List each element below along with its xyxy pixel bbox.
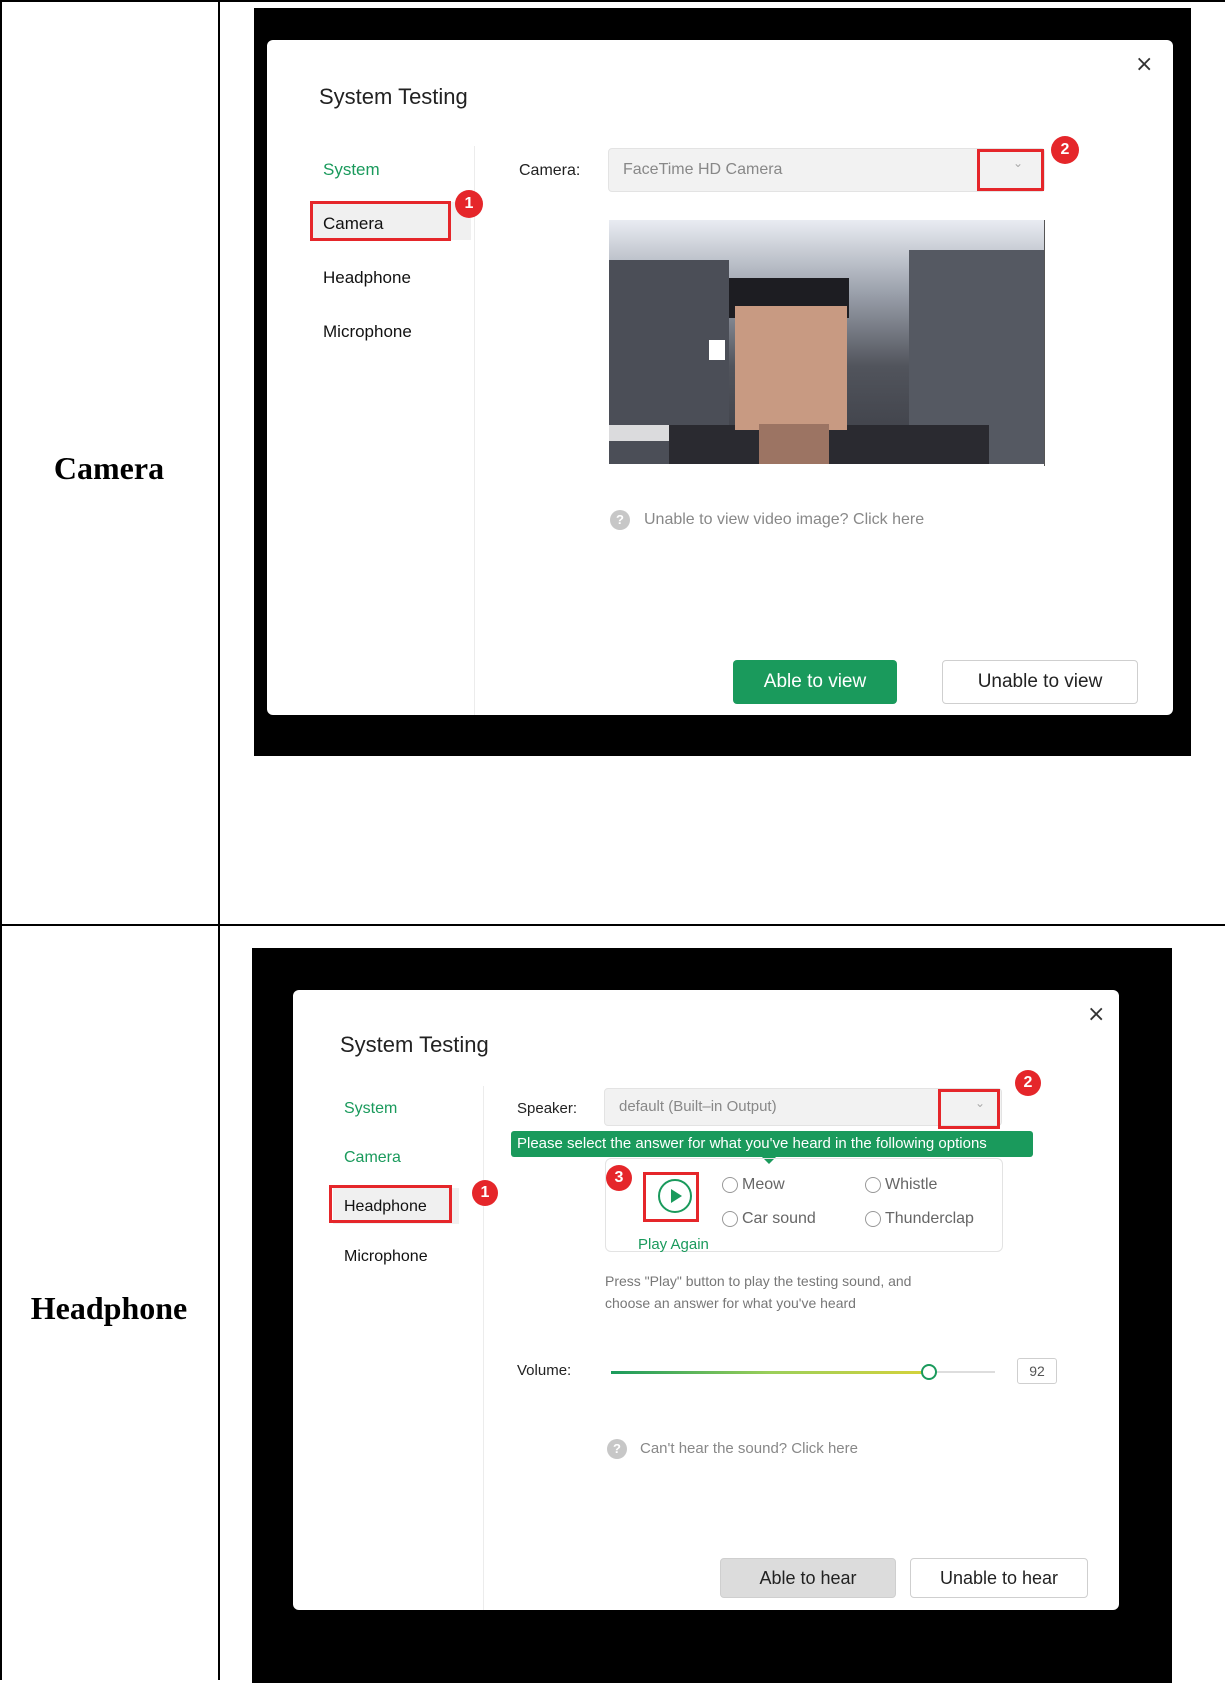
close-icon[interactable]: × [1087,1004,1105,1026]
annotation-badge-2: 2 [1051,136,1079,164]
volume-label: Volume: [517,1362,572,1379]
camera-dialog: × System Testing System Camera Headphone… [267,40,1173,715]
preview-border-right [1044,220,1045,466]
volume-slider-fill [611,1370,929,1374]
camera-select-value: FaceTime HD Camera [623,161,783,178]
unable-to-hear-button[interactable]: Unable to hear [910,1558,1088,1598]
dialog-title: System Testing [340,1032,489,1057]
speaker-select-value: default (Built–in Output) [619,1098,777,1115]
radio-icon [865,1177,881,1193]
sidebar-item-camera[interactable]: Camera [344,1149,401,1167]
preview-light [709,340,725,360]
option-car-sound[interactable]: Car sound [722,1210,816,1228]
preview-shoulders [669,425,989,464]
radio-icon [722,1177,738,1193]
sidebar-item-microphone[interactable]: Microphone [344,1248,428,1266]
instructions-line-1: Press "Play" button to play the testing … [605,1273,912,1289]
help-icon: ? [610,510,630,530]
instructions-line-2: choose an answer for what you've heard [605,1295,856,1311]
camera-preview [609,220,1044,464]
option-label: Thunderclap [885,1210,974,1227]
play-again-label[interactable]: Play Again [638,1236,709,1253]
able-to-view-button[interactable]: Able to view [733,660,897,704]
preview-face [735,306,847,430]
headphone-help-link[interactable]: Can't hear the sound? Click here [640,1440,858,1457]
sidebar-item-headphone[interactable]: Headphone [323,268,411,288]
annotation-box-camera-nav [310,201,451,241]
table-border-top [0,0,1225,2]
dialog-title: System Testing [319,84,468,109]
radio-icon [865,1211,881,1227]
row-label-headphone: Headphone [30,1290,188,1326]
annotation-box-play [643,1172,699,1222]
option-whistle[interactable]: Whistle [865,1176,937,1194]
able-to-hear-button[interactable]: Able to hear [720,1558,896,1598]
sidebar-divider [483,1086,484,1610]
preview-shelf [609,425,669,441]
headphone-dialog: × System Testing System Camera Headphone… [293,990,1119,1610]
answer-tooltip: Please select the answer for what you've… [511,1131,1033,1157]
table-column-divider [218,0,220,1680]
option-label: Whistle [885,1176,938,1193]
volume-slider-track[interactable] [611,1370,995,1374]
volume-value-box[interactable]: 92 [1017,1358,1057,1384]
sidebar-item-system[interactable]: System [323,160,380,180]
radio-icon [722,1211,738,1227]
camera-help-link[interactable]: Unable to view video image? Click here [644,511,924,529]
sidebar-item-microphone[interactable]: Microphone [323,322,412,342]
annotation-badge-2: 2 [1015,1070,1041,1096]
close-icon[interactable]: × [1135,54,1153,76]
annotation-box-dropdown [977,149,1044,191]
annotation-badge-1: 1 [455,190,483,218]
table-row-divider [0,924,1225,926]
annotation-badge-3: 3 [606,1165,632,1191]
speaker-field-label: Speaker: [517,1100,578,1117]
volume-slider-knob[interactable] [921,1364,937,1380]
sidebar-divider [474,146,475,715]
unable-to-view-button[interactable]: Unable to view [942,660,1138,704]
table-border-left [0,0,2,1680]
sidebar-item-system[interactable]: System [344,1100,397,1118]
annotation-box-headphone-nav [329,1185,452,1223]
camera-field-label: Camera: [519,162,581,179]
option-label: Car sound [742,1210,816,1227]
row-label-camera: Camera [53,450,165,486]
option-thunderclap[interactable]: Thunderclap [865,1210,974,1228]
annotation-box-dropdown [938,1089,1000,1129]
option-meow[interactable]: Meow [722,1176,785,1194]
option-label: Meow [742,1176,785,1193]
preview-neck [759,424,829,464]
help-icon: ? [607,1439,627,1459]
annotation-badge-1: 1 [472,1180,498,1206]
